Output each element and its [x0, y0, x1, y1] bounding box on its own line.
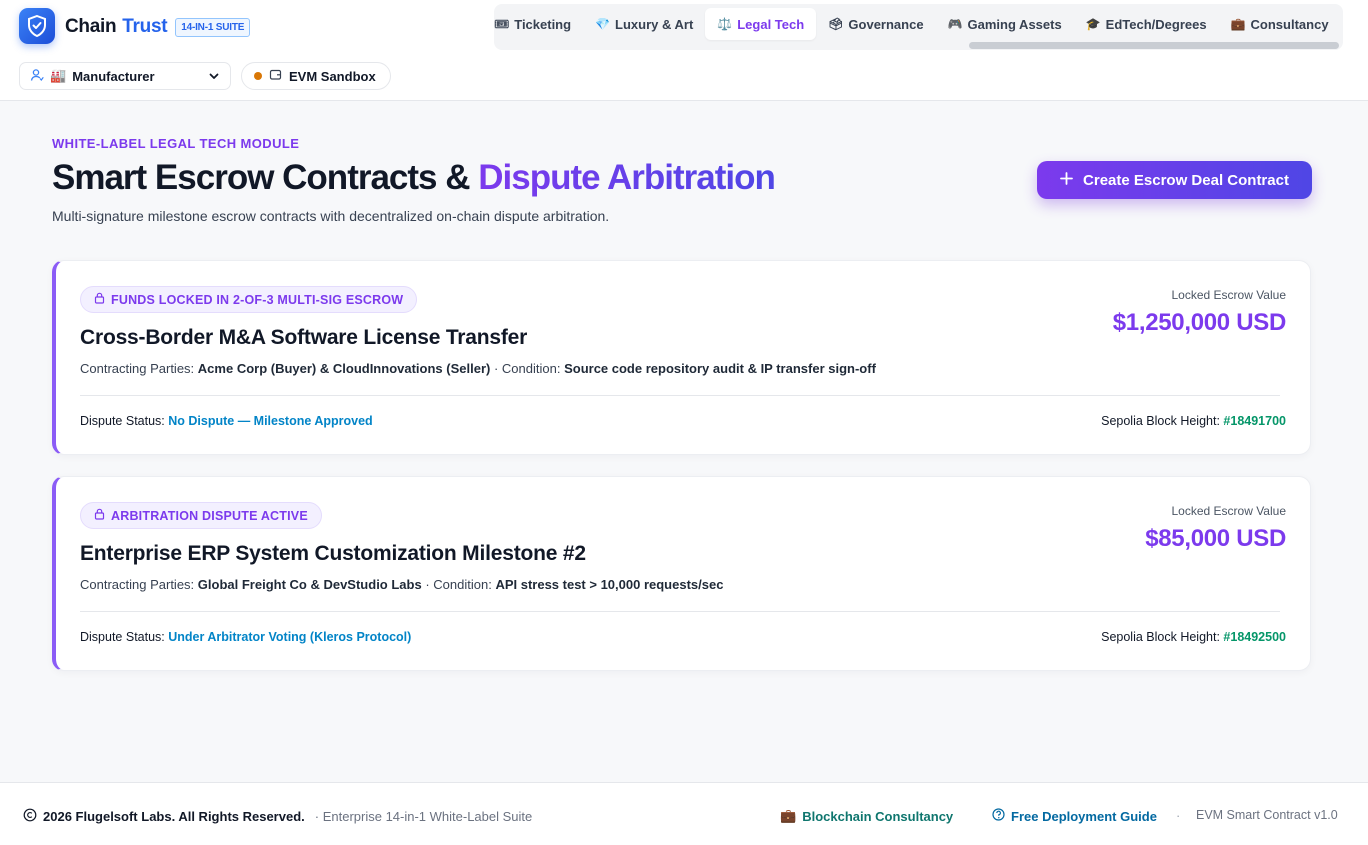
condition-value: Source code repository audit & IP transf…	[564, 361, 876, 376]
tab-ticketing[interactable]: 🎟 Ticketing	[494, 8, 583, 40]
copyright-text: 2026 Flugelsoft Labs. All Rights Reserve…	[43, 809, 305, 824]
consultancy-link-label: Blockchain Consultancy	[802, 808, 954, 824]
briefcase-icon: 💼	[780, 808, 797, 823]
tab-label: Legal Tech	[737, 16, 805, 32]
dispute-status-value: Under Arbitrator Voting (Kleros Protocol…	[168, 630, 412, 644]
chevron-down-icon	[208, 70, 220, 82]
create-escrow-button[interactable]: Create Escrow Deal Contract	[1037, 161, 1312, 199]
brand-name-part2: Trust	[122, 16, 168, 37]
parties-value: Acme Corp (Buyer) & CloudInnovations (Se…	[197, 361, 491, 376]
lock-icon	[94, 292, 105, 307]
factory-icon: 🏭	[50, 68, 67, 83]
lock-icon	[94, 508, 105, 523]
tab-label: EdTech/Degrees	[1105, 16, 1207, 32]
page-subtitle: Multi-signature milestone escrow contrac…	[52, 208, 610, 224]
tabs-scrollbar[interactable]	[969, 42, 1339, 49]
dispute-status-value: No Dispute — Milestone Approved	[168, 414, 373, 428]
legal-tech-icon: ⚖️	[717, 17, 733, 31]
deployment-guide-link-label: Free Deployment Guide	[1011, 808, 1157, 824]
block-height: Sepolia Block Height: #18492500	[1101, 630, 1286, 644]
escrow-status-text: ARBITRATION DISPUTE ACTIVE	[111, 508, 308, 523]
dispute-status: Dispute Status: Under Arbitrator Voting …	[80, 630, 411, 644]
block-height-value[interactable]: #18491700	[1223, 414, 1286, 428]
governance-icon: 🗳	[828, 17, 844, 31]
locked-escrow-value: $85,000 USD	[1145, 525, 1286, 552]
block-height-label: Sepolia Block Height:	[1101, 630, 1220, 644]
consultancy-link[interactable]: 💼 Blockchain Consultancy	[780, 808, 953, 824]
tab-edtech-degrees[interactable]: 🎓 EdTech/Degrees	[1074, 8, 1219, 40]
tab-label: Consultancy	[1250, 16, 1329, 32]
shield-logo-icon[interactable]	[19, 8, 55, 44]
dispute-status-label: Dispute Status:	[80, 630, 165, 644]
suite-badge: 14-IN-1 SUITE	[175, 17, 251, 37]
block-height-label: Sepolia Block Height:	[1101, 414, 1220, 428]
locked-escrow-value: $1,250,000 USD	[1112, 309, 1287, 336]
card-divider	[80, 611, 1280, 612]
user-icon	[30, 68, 44, 85]
suite-text: · Enterprise 14-in-1 White-Label Suite	[314, 809, 533, 824]
card-divider	[80, 395, 1280, 396]
network-status-dot	[254, 72, 262, 80]
dispute-status: Dispute Status: No Dispute — Milestone A…	[80, 414, 373, 428]
parties-label: Contracting Parties:	[80, 577, 195, 592]
help-circle-icon	[992, 808, 1005, 824]
page-title-main: Smart Escrow Contracts &	[52, 158, 479, 197]
locked-value-label: Locked Escrow Value	[1171, 504, 1286, 518]
app-header: Chain Trust 14-IN-1 SUITE 🏭 Manufacturer…	[0, 0, 1368, 101]
gaming-assets-icon: 🎮	[947, 17, 963, 31]
escrow-contract-card[interactable]: ARBITRATION DISPUTE ACTIVE Enterprise ERP…	[52, 476, 1311, 671]
role-select[interactable]: 🏭 Manufacturer	[19, 62, 231, 90]
escrow-contract-card[interactable]: FUNDS LOCKED IN 2-OF-3 MULTI-SIG ESCROW C…	[52, 260, 1311, 455]
condition-label: Condition:	[501, 361, 561, 376]
brand-name-part1: Chain	[65, 16, 117, 37]
network-label: EVM Sandbox	[289, 68, 376, 84]
footer: 2026 Flugelsoft Labs. All Rights Reserve…	[0, 782, 1368, 845]
contract-title: Enterprise ERP System Customization Mile…	[80, 542, 586, 565]
page-title: Smart Escrow Contracts & Dispute Arbitra…	[52, 158, 776, 198]
brand-name[interactable]: Chain Trust 14-IN-1 SUITE	[65, 15, 251, 39]
condition-label: Condition:	[433, 577, 492, 592]
page-title-accent: Dispute Arbitration	[478, 158, 776, 197]
tab-legal-tech[interactable]: ⚖️ Legal Tech	[705, 8, 817, 40]
contract-version: EVM Smart Contract v1.0	[1196, 808, 1338, 822]
block-height-value[interactable]: #18492500	[1223, 630, 1286, 644]
tab-label: Ticketing	[514, 16, 572, 32]
tab-consultancy[interactable]: 💼 Consultancy	[1219, 8, 1341, 40]
network-badge[interactable]: EVM Sandbox	[241, 62, 391, 90]
wallet-icon	[269, 68, 282, 84]
deployment-guide-link[interactable]: Free Deployment Guide	[992, 808, 1157, 824]
tab-label: Gaming Assets	[967, 16, 1062, 32]
contract-title: Cross-Border M&A Software License Transf…	[80, 326, 528, 349]
escrow-status-badge: FUNDS LOCKED IN 2-OF-3 MULTI-SIG ESCROW	[80, 286, 418, 313]
contract-parties-line: Contracting Parties: Acme Corp (Buyer) &…	[80, 361, 876, 376]
module-tabs: 🎟 Ticketing 💎 Luxury & Art ⚖️ Legal Tech 🗳 Gove…	[494, 4, 1343, 50]
tab-luxury-art[interactable]: 💎 Luxury & Art	[583, 8, 705, 40]
luxury-art-icon: 💎	[595, 17, 611, 31]
ticketing-icon: 🎟	[494, 17, 510, 31]
dispute-status-label: Dispute Status:	[80, 414, 165, 428]
create-escrow-button-label: Create Escrow Deal Contract	[1083, 171, 1289, 189]
tab-label: Luxury & Art	[615, 16, 694, 32]
copyright-icon	[23, 808, 37, 825]
plus-icon	[1060, 171, 1073, 189]
consultancy-icon: 💼	[1230, 17, 1246, 31]
footer-separator: ·	[1176, 808, 1181, 823]
escrow-status-badge: ARBITRATION DISPUTE ACTIVE	[80, 502, 322, 529]
tab-label: Governance	[848, 16, 924, 32]
escrow-status-text: FUNDS LOCKED IN 2-OF-3 MULTI-SIG ESCROW	[111, 292, 404, 307]
contract-parties-line: Contracting Parties: Global Freight Co &…	[80, 577, 724, 592]
parties-value: Global Freight Co & DevStudio Labs	[197, 577, 422, 592]
edtech-degrees-icon: 🎓	[1085, 17, 1101, 31]
tab-governance[interactable]: 🗳 Governance	[816, 8, 935, 40]
condition-value: API stress test > 10,000 requests/sec	[495, 577, 724, 592]
footer-copyright: 2026 Flugelsoft Labs. All Rights Reserve…	[23, 808, 532, 825]
locked-value-label: Locked Escrow Value	[1171, 288, 1286, 302]
tab-gaming-assets[interactable]: 🎮 Gaming Assets	[936, 8, 1074, 40]
block-height: Sepolia Block Height: #18491700	[1101, 414, 1286, 428]
module-eyebrow: WHITE-LABEL LEGAL TECH MODULE	[52, 136, 300, 151]
parties-label: Contracting Parties:	[80, 361, 195, 376]
role-select-value: Manufacturer	[72, 68, 155, 84]
